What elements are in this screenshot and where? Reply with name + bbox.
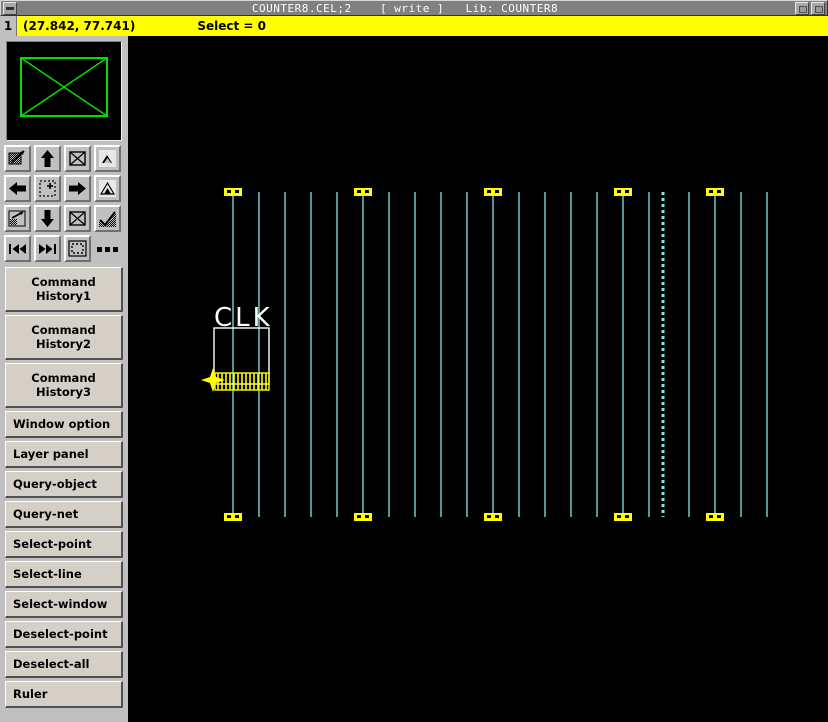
command-history-3-button[interactable]: Command History3 [5,363,123,408]
selection-count: Select = 0 [197,19,266,33]
zoom-center-icon[interactable] [34,175,61,202]
select-point-button[interactable]: Select-point [5,531,123,558]
zoom-fit-icon[interactable] [64,145,91,172]
layout-canvas[interactable]: CLK [130,36,828,722]
pin-marker[interactable] [224,513,242,521]
zoom-area-hill-icon[interactable] [94,145,121,172]
pin-marker-notch [495,190,499,193]
pin-marker[interactable] [614,513,632,521]
pin-marker[interactable] [354,513,372,521]
icon-toolbar [0,145,128,262]
icon-row-2 [4,175,124,202]
minimize-button[interactable] [795,1,809,15]
overview-preview[interactable] [6,41,122,141]
more-options-icon[interactable] [94,235,121,262]
status-index: 1 [0,16,17,36]
pin-marker-notch [235,190,239,193]
pin-marker-notch [617,190,621,193]
pin-marker-notch [709,190,713,193]
sidebar: Command History1 Command History2 Comman… [0,36,130,722]
redraw-icon[interactable] [94,205,121,232]
pin-marker-notch [617,515,621,518]
layer-panel-button[interactable]: Layer panel [5,441,123,468]
pin-marker-notch [487,190,491,193]
deselect-point-button[interactable]: Deselect-point [5,621,123,648]
command-history-2-button[interactable]: Command History2 [5,315,123,360]
pin-marker-notch [625,190,629,193]
query-net-button[interactable]: Query-net [5,501,123,528]
pin-marker-notch [357,515,361,518]
window-title: COUNTER8.CEL;2 [ write ] Lib: COUNTER8 [251,1,559,15]
deselect-all-button[interactable]: Deselect-all [5,651,123,678]
cursor-coordinates: (27.842, 77.741) [23,19,136,33]
rewind-icon[interactable] [4,235,31,262]
net-label-clk: CLK [214,303,273,333]
zoom-all-icon[interactable] [64,205,91,232]
pan-right-icon[interactable] [64,175,91,202]
pin-marker-notch [365,190,369,193]
command-history-1-button[interactable]: Command History1 [5,267,123,312]
pin-marker-notch [235,515,239,518]
zoom-region-icon[interactable] [4,145,31,172]
pin-marker-notch [227,190,231,193]
pin-marker[interactable] [484,188,502,196]
window-controls [793,1,825,15]
status-bar: 1 (27.842, 77.741) Select = 0 [0,16,828,36]
maximize-button[interactable] [811,1,825,15]
zoom-out-hill-icon[interactable] [94,175,121,202]
preview-graphic [20,57,108,117]
pin-marker[interactable] [706,188,724,196]
window-option-button[interactable]: Window option [5,411,123,438]
command-panel: Command History1 Command History2 Comman… [0,265,128,708]
pan-up-icon[interactable] [34,145,61,172]
pin-marker[interactable] [224,188,242,196]
ruler-button[interactable]: Ruler [5,681,123,708]
pin-marker-notch [717,190,721,193]
trace-group [224,188,768,521]
zoom-previous-icon[interactable] [4,205,31,232]
pin-marker[interactable] [614,188,632,196]
pan-left-icon[interactable] [4,175,31,202]
pin-marker[interactable] [354,188,372,196]
pin-marker[interactable] [484,513,502,521]
pin-marker-notch [709,515,713,518]
pin-marker-notch [495,515,499,518]
query-object-button[interactable]: Query-object [5,471,123,498]
pin-marker[interactable] [706,513,724,521]
pin-marker-notch [357,190,361,193]
icon-row-4 [4,235,124,262]
pan-down-icon[interactable] [34,205,61,232]
pin-marker-notch [717,515,721,518]
pin-marker-notch [365,515,369,518]
icon-row-3 [4,205,124,232]
pin-marker-notch [487,515,491,518]
layout-graphic: CLK [201,188,768,521]
pin-marker-notch [227,515,231,518]
icon-row-1 [4,145,124,172]
pin-marker-notch [625,515,629,518]
select-line-button[interactable]: Select-line [5,561,123,588]
window-menu-button[interactable] [3,1,17,15]
port-hatch[interactable] [214,372,270,391]
select-window-button[interactable]: Select-window [5,591,123,618]
marquee-icon[interactable] [64,235,91,262]
title-bar: COUNTER8.CEL;2 [ write ] Lib: COUNTER8 [0,0,828,16]
application-window: COUNTER8.CEL;2 [ write ] Lib: COUNTER8 1… [0,0,828,722]
forward-icon[interactable] [34,235,61,262]
